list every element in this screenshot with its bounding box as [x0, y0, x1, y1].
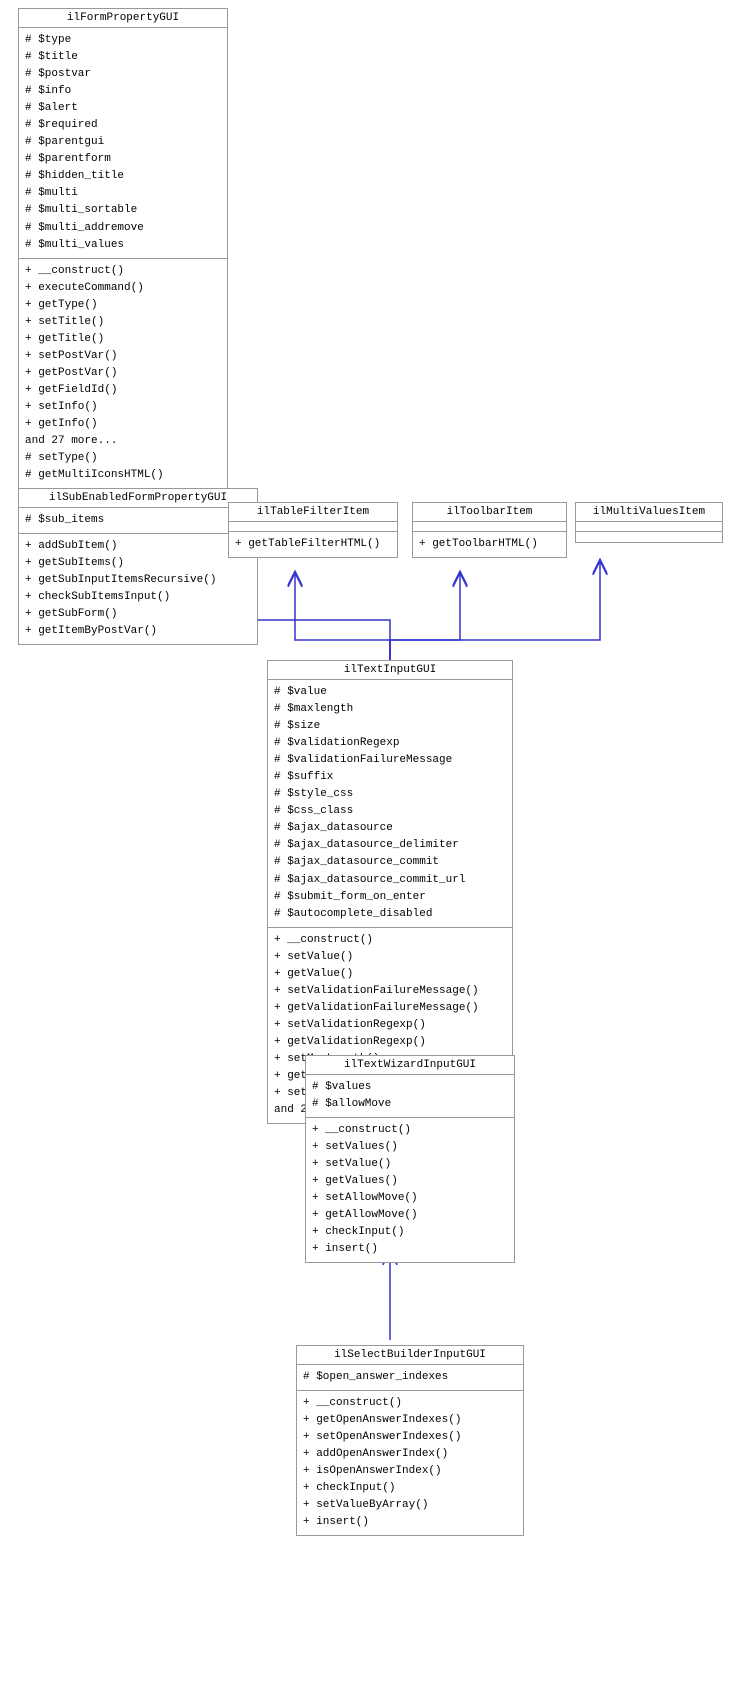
box-ilFormPropertyGUI: ilFormPropertyGUI # $type # $title # $po… [18, 8, 228, 489]
box-fields-ilSubEnabled: # $sub_items [19, 508, 257, 534]
box-title-ilToolbarItem: ilToolbarItem [413, 503, 566, 522]
box-methods-ilTextWizardInputGUI: + __construct() + setValues() + setValue… [306, 1118, 514, 1262]
box-title-ilTableFilterItem: ilTableFilterItem [229, 503, 397, 522]
box-fields-ilMultiValuesItem [576, 522, 722, 532]
box-ilSelectBuilderInputGUI: ilSelectBuilderInputGUI # $open_answer_i… [296, 1345, 524, 1536]
box-methods-ilMultiValuesItem [576, 532, 722, 542]
box-fields-ilToolbarItem [413, 522, 566, 532]
box-fields-ilTextWizardInputGUI: # $values # $allowMove [306, 1075, 514, 1118]
box-methods-ilSubEnabled: + addSubItem() + getSubItems() + getSubI… [19, 534, 257, 644]
box-fields-ilTableFilterItem [229, 522, 397, 532]
box-methods-ilToolbarItem: + getToolbarHTML() [413, 532, 566, 557]
line-text-to-multivalues [390, 560, 600, 660]
diagram-container: ilFormPropertyGUI # $type # $title # $po… [0, 0, 744, 1688]
box-methods-ilSelectBuilderInputGUI: + __construct() + getOpenAnswerIndexes()… [297, 1391, 523, 1535]
box-title-ilSelectBuilderInputGUI: ilSelectBuilderInputGUI [297, 1346, 523, 1365]
box-fields-ilFormPropertyGUI: # $type # $title # $postvar # $info # $a… [19, 28, 227, 259]
box-ilTextWizardInputGUI: ilTextWizardInputGUI # $values # $allowM… [305, 1055, 515, 1263]
box-title-ilTextWizardInputGUI: ilTextWizardInputGUI [306, 1056, 514, 1075]
box-ilToolbarItem: ilToolbarItem + getToolbarHTML() [412, 502, 567, 558]
box-methods-ilFormPropertyGUI: + __construct() + executeCommand() + get… [19, 259, 227, 489]
box-title-ilTextInputGUI: ilTextInputGUI [268, 661, 512, 680]
line-text-to-toolbar [390, 572, 460, 660]
box-ilSubEnabledFormPropertyGUI: ilSubEnabledFormPropertyGUI # $sub_items… [18, 488, 258, 645]
box-methods-ilTableFilterItem: + getTableFilterHTML() [229, 532, 397, 557]
box-fields-ilTextInputGUI: # $value # $maxlength # $size # $validat… [268, 680, 512, 928]
box-title-ilFormPropertyGUI: ilFormPropertyGUI [19, 9, 227, 28]
box-fields-ilSelectBuilderInputGUI: # $open_answer_indexes [297, 1365, 523, 1391]
box-ilMultiValuesItem: ilMultiValuesItem [575, 502, 723, 543]
box-title-ilMultiValuesItem: ilMultiValuesItem [576, 503, 722, 522]
line-text-to-tablefilter [295, 572, 390, 660]
box-ilTableFilterItem: ilTableFilterItem + getTableFilterHTML() [228, 502, 398, 558]
box-title-ilSubEnabledFormPropertyGUI: ilSubEnabledFormPropertyGUI [19, 489, 257, 508]
